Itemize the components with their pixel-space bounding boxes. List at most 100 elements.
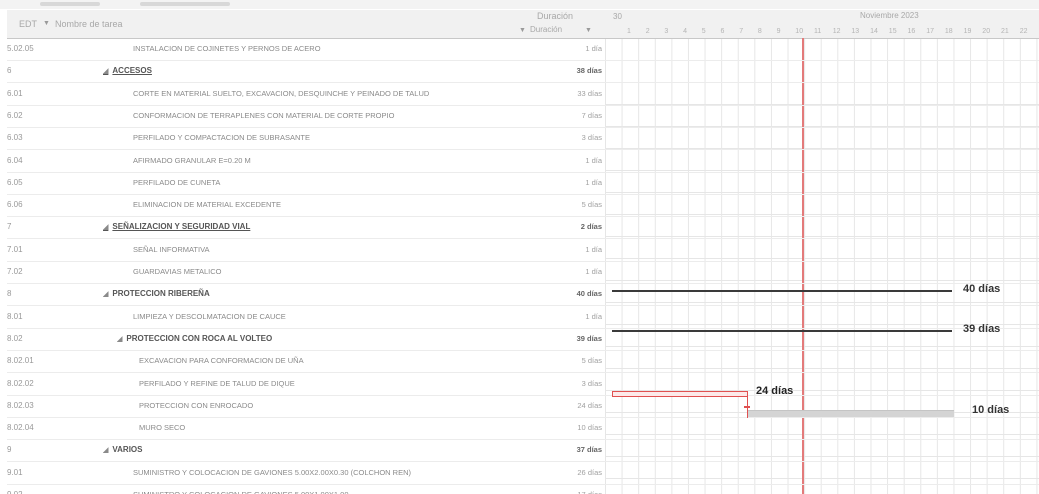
row-task-name: SUMINISTRO Y COLOCACION DE GAVIONES 5.00… xyxy=(133,484,507,494)
row-task-name-text: PROTECCION CON ROCA AL VOLTEO xyxy=(126,333,273,343)
collapse-toggle-icon[interactable]: ◢ xyxy=(103,68,108,75)
row-wbs: 8.02.02 xyxy=(7,378,34,388)
row-task-name-text: SUMINISTRO Y COLOCACION DE GAVIONES 5.00… xyxy=(133,490,349,494)
row-task-name: LIMPIEZA Y DESCOLMATACION DE CAUCE xyxy=(133,306,507,328)
row-task-name-text: PERFILADO DE CUNETA xyxy=(133,177,221,187)
table-row[interactable]: 7 ◢ SEÑALIZACION Y SEGURIDAD VIAL 2 días xyxy=(7,216,1039,240)
task-bar-enrocado[interactable] xyxy=(612,391,748,397)
row-task-name: ◢ PROTECCION CON ROCA AL VOLTEO xyxy=(117,328,507,350)
table-row[interactable]: 6.01 CORTE EN MATERIAL SUELTO, EXCAVACION… xyxy=(7,83,1039,106)
row-task-name-text: SUMINISTRO Y COLOCACION DE GAVIONES 5.00… xyxy=(133,467,411,477)
table-row[interactable]: 7.02 GUARDAVIAS METALICO 1 día xyxy=(7,261,1039,284)
row-task-name-text: LIMPIEZA Y DESCOLMATACION DE CAUCE xyxy=(133,311,286,321)
table-row[interactable]: 8.02.04 MURO SECO 10 días xyxy=(7,417,1039,441)
row-wbs: 9.02 xyxy=(7,484,67,494)
row-wbs: 5.02.05 xyxy=(7,44,34,53)
timescale-day: 19 xyxy=(963,28,972,35)
column-header-name[interactable]: Nombre de tarea xyxy=(55,19,123,29)
row-duration: 26 días xyxy=(577,467,602,477)
row-task-name: ELIMINACION DE MATERIAL EXCEDENTE xyxy=(133,194,507,216)
row-task-name: SUMINISTRO Y COLOCACION DE GAVIONES 5.00… xyxy=(133,462,507,484)
timescale-day: 8 xyxy=(757,28,762,35)
row-wbs: 6.06 xyxy=(7,200,23,210)
row-task-name-text: INSTALACION DE COJINETES Y PERNOS DE ACE… xyxy=(133,44,321,53)
row-task-name-text: PROTECCION RIBEREÑA xyxy=(112,289,210,299)
timescale-day: 22 xyxy=(1019,28,1028,35)
bar-label: 24 días xyxy=(756,385,794,397)
table-row[interactable]: 9.01 SUMINISTRO Y COLOCACION DE GAVIONES … xyxy=(7,462,1039,485)
row-wbs: 8.02.03 xyxy=(7,400,34,410)
row-wbs: 9 xyxy=(7,445,12,455)
row-wbs: 8.01 xyxy=(7,311,23,321)
row-duration: 5 días xyxy=(581,356,602,366)
row-duration: 3 días xyxy=(581,378,602,388)
row-wbs: 6 xyxy=(7,66,12,76)
column-header-wbs[interactable]: EDT xyxy=(19,19,37,29)
table-row[interactable]: 6 ◢ ACCESOS 38 días xyxy=(7,60,1039,84)
gantt-timescale: 30 Noviembre 2023 1 2 3 4 5 6 7 8 9 10 11 12 13 14 15 1… xyxy=(605,10,1039,39)
row-task-name: AFIRMADO GRANULAR E=0.20 M xyxy=(133,150,507,172)
timescale-day: 13 xyxy=(851,28,860,35)
row-duration: 40 días xyxy=(576,289,602,299)
table-row[interactable]: 8.01 LIMPIEZA Y DESCOLMATACION DE CAUCE 1 … xyxy=(7,306,1039,329)
timescale-day: 6 xyxy=(720,28,725,35)
table-row[interactable]: 6.02 CONFORMACION DE TERRAPLENES CON MATE… xyxy=(7,105,1039,128)
row-wbs: 6.03 xyxy=(7,133,23,143)
table-row[interactable]: 8.02.01 EXCAVACION PARA CONFORMACION DE U… xyxy=(7,350,1039,374)
dependency-connector xyxy=(747,406,748,418)
summary-bar-proteccion-roca[interactable] xyxy=(612,330,952,332)
row-wbs: 6.01 xyxy=(7,88,23,98)
table-row[interactable]: 8.02.02 PERFILADO Y REFINE DE TALUD DE DI… xyxy=(7,373,1039,396)
row-duration: 5 días xyxy=(581,200,602,210)
timescale-day: 3 xyxy=(664,28,669,35)
ribbon-strip xyxy=(0,0,1039,9)
dropdown-arrow-icon[interactable]: ▼ xyxy=(43,20,50,27)
collapse-toggle-icon[interactable]: ◢ xyxy=(117,336,122,343)
task-bar-muro-seco[interactable] xyxy=(748,410,954,417)
row-duration: 10 días xyxy=(577,423,602,433)
row-task-name: INSTALACION DE COJINETES Y PERNOS DE ACE… xyxy=(133,38,507,60)
dependency-connector xyxy=(747,394,748,406)
timescale-month: Noviembre 2023 xyxy=(860,11,919,20)
row-task-name-text: ELIMINACION DE MATERIAL EXCEDENTE xyxy=(133,200,281,210)
row-wbs: 7 xyxy=(7,222,12,232)
collapse-toggle-icon[interactable]: ◢ xyxy=(103,291,108,298)
row-task-name-text: GUARDAVIAS METALICO xyxy=(133,267,222,276)
ribbon-smudge xyxy=(40,2,100,6)
row-task-name: ◢ PROTECCION RIBEREÑA xyxy=(103,283,507,305)
row-wbs: 8 xyxy=(7,289,12,299)
row-wbs: 7.01 xyxy=(7,244,23,254)
table-row[interactable]: 6.06 ELIMINACION DE MATERIAL EXCEDENTE 5 d… xyxy=(7,194,1039,218)
row-wbs: 6.05 xyxy=(7,177,23,187)
row-task-name: SEÑAL INFORMATIVA xyxy=(133,239,507,261)
summary-bar-proteccion-ribereña[interactable] xyxy=(612,290,952,292)
table-row[interactable]: 9 ◢ VARIOS 37 días xyxy=(7,439,1039,463)
row-task-name-text: PERFILADO Y COMPACTACION DE SUBRASANTE xyxy=(133,133,310,143)
row-wbs: 6.02 xyxy=(7,110,23,120)
timescale-day: 20 xyxy=(982,28,991,35)
dropdown-arrow-icon[interactable]: ▼ xyxy=(519,27,526,34)
project-window: EDT ▼ Nombre de tarea Duración ▼ Duració… xyxy=(0,0,1039,494)
row-duration: 7 días xyxy=(581,110,602,120)
row-task-name-text: VARIOS xyxy=(112,445,143,455)
collapse-toggle-icon[interactable]: ◢ xyxy=(103,224,108,231)
row-task-name-text: SEÑALIZACION Y SEGURIDAD VIAL xyxy=(112,222,251,232)
row-duration: 3 días xyxy=(581,133,602,143)
task-table: 5.02.05 INSTALACION DE COJINETES Y PERNOS… xyxy=(7,38,1039,494)
column-header-duration[interactable]: Duración xyxy=(537,11,573,21)
collapse-toggle-icon[interactable]: ◢ xyxy=(103,447,108,454)
row-duration: 1 día xyxy=(585,44,602,53)
table-row[interactable]: 6.03 PERFILADO Y COMPACTACION DE SUBRASAN… xyxy=(7,127,1039,151)
timescale-day: 15 xyxy=(888,28,897,35)
dropdown-arrow-icon[interactable]: ▼ xyxy=(585,27,592,34)
table-row[interactable]: 7.01 SEÑAL INFORMATIVA 1 día xyxy=(7,239,1039,262)
table-row[interactable]: 6.05 PERFILADO DE CUNETA 1 día xyxy=(7,172,1039,195)
table-row[interactable]: 9.02 SUMINISTRO Y COLOCACION DE GAVIONES … xyxy=(7,484,1039,494)
table-row[interactable]: 5.02.05 INSTALACION DE COJINETES Y PERNOS… xyxy=(7,38,1039,61)
row-duration: 1 día xyxy=(585,155,602,165)
table-row[interactable]: 8 ◢ PROTECCION RIBEREÑA 40 días xyxy=(7,283,1039,307)
row-duration: 37 días xyxy=(576,445,602,455)
timescale-day: 16 xyxy=(907,28,916,35)
row-task-name-text: PERFILADO Y REFINE DE TALUD DE DIQUE xyxy=(139,378,295,388)
table-row[interactable]: 6.04 AFIRMADO GRANULAR E=0.20 M 1 día xyxy=(7,150,1039,173)
